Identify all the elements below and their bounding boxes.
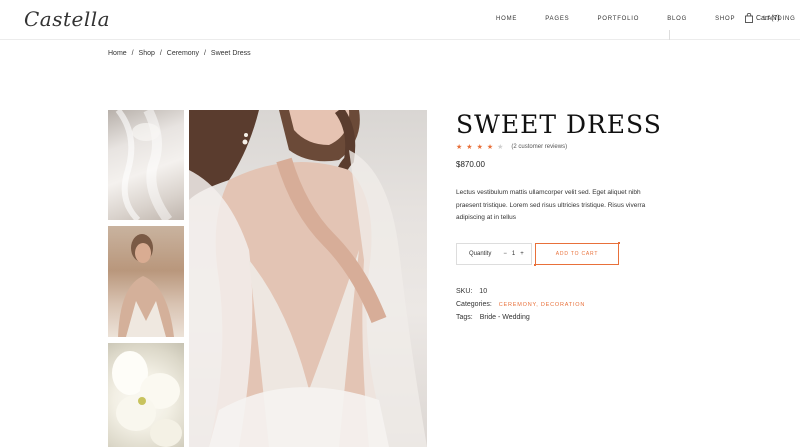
nav-portfolio[interactable]: PORTFOLIO — [597, 16, 639, 22]
product-description: Lectus vestibulum mattis ullamcorper vel… — [456, 189, 646, 221]
breadcrumb-ceremony[interactable]: Ceremony — [167, 50, 199, 57]
site-header: Castella HOME PAGES PORTFOLIO BLOG SHOP … — [0, 0, 800, 40]
categories-links[interactable]: CEREMONY, DECORATION — [499, 302, 585, 308]
star-icon: ★ — [486, 144, 494, 151]
quantity-value[interactable]: 1 — [512, 251, 515, 257]
product-price: $870.00 — [456, 160, 485, 169]
cart-link[interactable]: Cart (7) — [745, 13, 780, 23]
quantity-plus-button[interactable]: + — [520, 251, 524, 257]
product-title: SWEET DRESS — [456, 110, 662, 139]
nav-blog[interactable]: BLOG — [667, 16, 687, 22]
shopping-bag-icon — [745, 13, 753, 23]
product-rating[interactable]: ★ ★ ★ ★ ★ (2 customer reviews) — [456, 143, 567, 151]
review-count[interactable]: (2 customer reviews) — [511, 144, 567, 150]
thumbnail-bow-detail[interactable] — [108, 110, 184, 220]
nav-home[interactable]: HOME — [496, 16, 517, 22]
cart-label: Cart (7) — [756, 14, 780, 22]
flower-illustration — [112, 351, 182, 447]
categories-label: Categories: — [456, 301, 492, 308]
button-accent-dot — [618, 242, 620, 244]
site-logo[interactable]: Castella — [24, 7, 110, 31]
breadcrumb-separator: / — [159, 50, 162, 57]
breadcrumb-current: Sweet Dress — [210, 50, 251, 57]
star-icon: ★ — [466, 144, 473, 151]
breadcrumb: Home / Shop / Ceremony / Sweet Dress — [108, 50, 254, 57]
sku-value: 10 — [479, 288, 488, 295]
nav-pages[interactable]: PAGES — [545, 16, 569, 22]
bride-illustration — [189, 110, 427, 447]
star-icon: ★ — [476, 144, 483, 151]
model-illustration — [118, 234, 174, 337]
breadcrumb-separator: / — [204, 50, 206, 57]
star-empty-icon: ★ — [497, 144, 504, 151]
header-divider — [669, 30, 670, 40]
product-tags: Tags: Bride - Wedding — [456, 314, 530, 321]
breadcrumb-separator: / — [131, 50, 134, 57]
add-to-cart-button[interactable]: ADD TO CART — [535, 243, 619, 265]
quantity-label: Quantity — [469, 251, 492, 257]
thumbnail-model-portrait[interactable] — [108, 226, 184, 337]
breadcrumb-shop[interactable]: Shop — [139, 50, 155, 57]
thumbnail-flowers[interactable] — [108, 343, 184, 447]
product-sku: SKU: 10 — [456, 288, 487, 295]
tags-links[interactable]: Bride - Wedding — [480, 314, 530, 321]
sku-label: SKU: — [456, 288, 473, 295]
quantity-minus-button[interactable]: − — [503, 251, 507, 257]
button-accent-dot — [534, 264, 536, 266]
star-icon: ★ — [456, 144, 463, 151]
breadcrumb-home[interactable]: Home — [108, 50, 127, 57]
nav-shop[interactable]: SHOP — [715, 16, 735, 22]
product-categories: Categories: CEREMONY, DECORATION — [456, 301, 585, 308]
bow-illustration — [115, 110, 173, 220]
tags-label: Tags: — [456, 314, 473, 321]
quantity-stepper[interactable]: Quantity − 1 + — [456, 243, 532, 265]
main-product-image[interactable] — [189, 110, 427, 447]
